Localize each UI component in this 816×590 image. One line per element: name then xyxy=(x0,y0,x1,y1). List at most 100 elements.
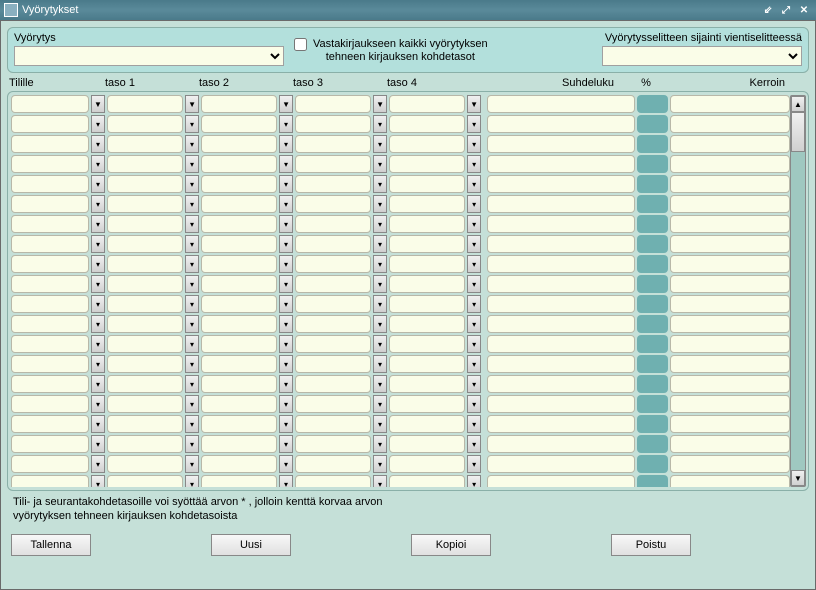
tilille-input[interactable] xyxy=(11,475,89,487)
kerroin-input[interactable] xyxy=(670,215,790,233)
kerroin-input[interactable] xyxy=(670,275,790,293)
taso4-input[interactable] xyxy=(389,355,465,373)
dropdown-icon[interactable]: ▾ xyxy=(279,135,293,153)
uusi-button[interactable]: Uusi xyxy=(211,534,291,556)
minimize-icon[interactable]: ⇙ xyxy=(760,3,776,17)
kerroin-input[interactable] xyxy=(670,155,790,173)
dropdown-icon[interactable]: ▾ xyxy=(279,475,293,487)
dropdown-icon[interactable]: ▾ xyxy=(91,175,105,193)
taso2-input[interactable] xyxy=(201,255,277,273)
scroll-thumb[interactable] xyxy=(791,112,805,152)
tilille-input[interactable] xyxy=(11,215,89,233)
dropdown-icon[interactable]: ▾ xyxy=(185,115,199,133)
taso4-input[interactable] xyxy=(389,415,465,433)
dropdown-icon[interactable]: ▼ xyxy=(373,95,387,113)
dropdown-icon[interactable]: ▾ xyxy=(373,395,387,413)
dropdown-icon[interactable]: ▾ xyxy=(373,475,387,487)
dropdown-icon[interactable]: ▾ xyxy=(467,135,481,153)
taso4-input[interactable] xyxy=(389,455,465,473)
taso3-input[interactable] xyxy=(295,215,371,233)
taso4-input[interactable] xyxy=(389,235,465,253)
taso1-input[interactable] xyxy=(107,275,183,293)
kerroin-input[interactable] xyxy=(670,375,790,393)
dropdown-icon[interactable]: ▾ xyxy=(91,415,105,433)
taso2-input[interactable] xyxy=(201,275,277,293)
dropdown-icon[interactable]: ▾ xyxy=(467,115,481,133)
kerroin-input[interactable] xyxy=(670,475,790,487)
taso3-input[interactable] xyxy=(295,315,371,333)
dropdown-icon[interactable]: ▾ xyxy=(373,255,387,273)
suhdeluku-input[interactable] xyxy=(487,355,635,373)
taso1-input[interactable] xyxy=(107,375,183,393)
suhdeluku-input[interactable] xyxy=(487,455,635,473)
kerroin-input[interactable] xyxy=(670,455,790,473)
selite-select[interactable] xyxy=(602,46,802,66)
poistu-button[interactable]: Poistu xyxy=(611,534,691,556)
taso2-input[interactable] xyxy=(201,235,277,253)
taso2-input[interactable] xyxy=(201,395,277,413)
dropdown-icon[interactable]: ▾ xyxy=(91,475,105,487)
dropdown-icon[interactable]: ▾ xyxy=(91,455,105,473)
suhdeluku-input[interactable] xyxy=(487,235,635,253)
kerroin-input[interactable] xyxy=(670,115,790,133)
dropdown-icon[interactable]: ▾ xyxy=(373,275,387,293)
taso4-input[interactable] xyxy=(389,155,465,173)
suhdeluku-input[interactable] xyxy=(487,395,635,413)
dropdown-icon[interactable]: ▾ xyxy=(373,155,387,173)
taso1-input[interactable] xyxy=(107,475,183,487)
dropdown-icon[interactable]: ▾ xyxy=(373,195,387,213)
taso4-input[interactable] xyxy=(389,255,465,273)
suhdeluku-input[interactable] xyxy=(487,95,635,113)
suhdeluku-input[interactable] xyxy=(487,195,635,213)
tilille-input[interactable] xyxy=(11,355,89,373)
taso1-input[interactable] xyxy=(107,255,183,273)
tilille-input[interactable] xyxy=(11,435,89,453)
dropdown-icon[interactable]: ▾ xyxy=(91,235,105,253)
dropdown-icon[interactable]: ▾ xyxy=(279,375,293,393)
tilille-input[interactable] xyxy=(11,275,89,293)
dropdown-icon[interactable]: ▾ xyxy=(185,275,199,293)
taso4-input[interactable] xyxy=(389,95,465,113)
kerroin-input[interactable] xyxy=(670,255,790,273)
kopioi-button[interactable]: Kopioi xyxy=(411,534,491,556)
taso1-input[interactable] xyxy=(107,235,183,253)
tilille-input[interactable] xyxy=(11,135,89,153)
tilille-input[interactable] xyxy=(11,395,89,413)
dropdown-icon[interactable]: ▾ xyxy=(279,115,293,133)
close-icon[interactable]: ✕ xyxy=(796,3,812,17)
dropdown-icon[interactable]: ▾ xyxy=(91,295,105,313)
kerroin-input[interactable] xyxy=(670,95,790,113)
dropdown-icon[interactable]: ▾ xyxy=(279,155,293,173)
dropdown-icon[interactable]: ▼ xyxy=(279,95,293,113)
suhdeluku-input[interactable] xyxy=(487,415,635,433)
taso3-input[interactable] xyxy=(295,235,371,253)
dropdown-icon[interactable]: ▾ xyxy=(185,295,199,313)
taso1-input[interactable] xyxy=(107,415,183,433)
taso4-input[interactable] xyxy=(389,295,465,313)
taso3-input[interactable] xyxy=(295,295,371,313)
taso3-input[interactable] xyxy=(295,135,371,153)
taso2-input[interactable] xyxy=(201,335,277,353)
dropdown-icon[interactable]: ▾ xyxy=(467,395,481,413)
scroll-up-icon[interactable]: ▲ xyxy=(791,96,805,112)
suhdeluku-input[interactable] xyxy=(487,315,635,333)
suhdeluku-input[interactable] xyxy=(487,275,635,293)
taso3-input[interactable] xyxy=(295,355,371,373)
dropdown-icon[interactable]: ▾ xyxy=(185,415,199,433)
dropdown-icon[interactable]: ▾ xyxy=(373,435,387,453)
dropdown-icon[interactable]: ▾ xyxy=(91,135,105,153)
dropdown-icon[interactable]: ▾ xyxy=(279,315,293,333)
dropdown-icon[interactable]: ▾ xyxy=(467,455,481,473)
taso3-input[interactable] xyxy=(295,95,371,113)
taso2-input[interactable] xyxy=(201,215,277,233)
tallenna-button[interactable]: Tallenna xyxy=(11,534,91,556)
dropdown-icon[interactable]: ▾ xyxy=(373,455,387,473)
kerroin-input[interactable] xyxy=(670,315,790,333)
suhdeluku-input[interactable] xyxy=(487,115,635,133)
taso2-input[interactable] xyxy=(201,115,277,133)
taso2-input[interactable] xyxy=(201,435,277,453)
dropdown-icon[interactable]: ▾ xyxy=(467,355,481,373)
tilille-input[interactable] xyxy=(11,415,89,433)
taso1-input[interactable] xyxy=(107,135,183,153)
kerroin-input[interactable] xyxy=(670,415,790,433)
